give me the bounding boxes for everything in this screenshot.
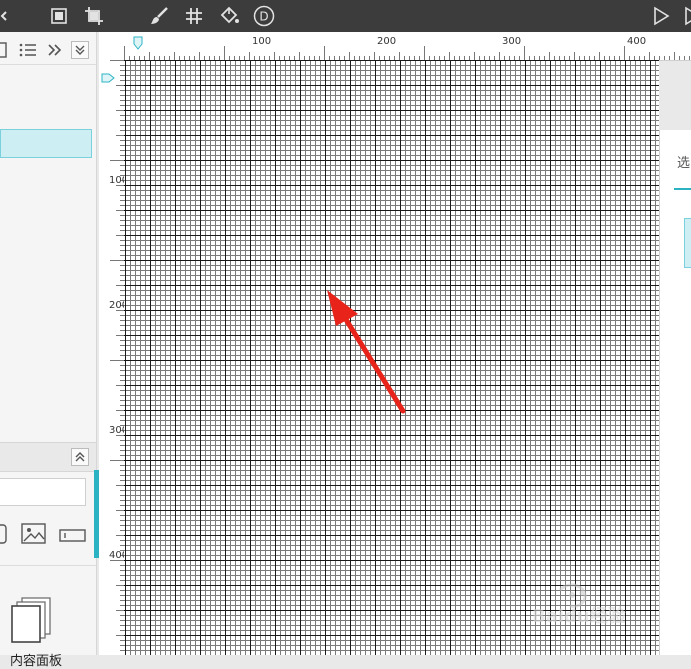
divider: [0, 565, 96, 566]
ruler-label-200: 200: [377, 36, 397, 47]
content-panel-icon[interactable]: [10, 597, 54, 651]
library-panel-header: [0, 442, 96, 472]
pages-panel-header: [0, 36, 96, 65]
right-panel-selected-item[interactable]: [684, 218, 691, 268]
add-page-icon[interactable]: [0, 42, 8, 62]
double-chevron-right-icon[interactable]: [46, 42, 62, 62]
chevron-left-icon[interactable]: [0, 4, 16, 28]
ruler-corner: [99, 32, 124, 60]
collapse-down-icon[interactable]: [71, 41, 89, 59]
horizontal-ruler: 100 200 300 400: [124, 32, 691, 61]
toolbar: D: [0, 0, 691, 32]
paint-bucket-icon[interactable]: [217, 4, 241, 28]
play-icon[interactable]: [649, 4, 673, 28]
ruler-label-100: 100: [252, 36, 272, 47]
watermark-text: Baidu经验: [532, 606, 626, 627]
red-arrow-annotation: [327, 290, 406, 414]
d-circle-icon[interactable]: D: [252, 4, 276, 28]
selected-page-item[interactable]: [0, 129, 92, 158]
svg-text:D: D: [259, 10, 268, 24]
right-popup-panel: 选: [659, 130, 691, 655]
ruler-label-300: 300: [502, 36, 522, 47]
outline-list-icon[interactable]: [19, 42, 37, 62]
baidu-watermark: Baidu经验: [528, 582, 658, 631]
right-panel-label: 选: [677, 156, 691, 171]
collapse-up-icon[interactable]: [71, 448, 89, 466]
ruler-guide-marker-left-icon[interactable]: [101, 68, 115, 87]
right-panel-tab-underline: [674, 188, 691, 190]
vertical-ruler: 100 200 300 400: [99, 60, 128, 655]
text-field-widget-icon[interactable]: [59, 528, 87, 547]
content-panel-label: 内容面板: [9, 654, 62, 669]
left-panel: 内容面板: [0, 32, 97, 669]
play-outline-icon[interactable]: [680, 4, 691, 28]
ruler-label-400: 400: [627, 36, 647, 47]
shape-widget-icon[interactable]: [0, 523, 8, 549]
brush-icon[interactable]: [147, 4, 171, 28]
library-search-input[interactable]: [0, 478, 86, 506]
ruler-guide-marker-icon[interactable]: [133, 35, 143, 54]
crop-icon[interactable]: [82, 4, 106, 28]
frame-icon[interactable]: [47, 4, 71, 28]
image-widget-icon[interactable]: [21, 523, 47, 549]
grid-icon[interactable]: [182, 4, 206, 28]
